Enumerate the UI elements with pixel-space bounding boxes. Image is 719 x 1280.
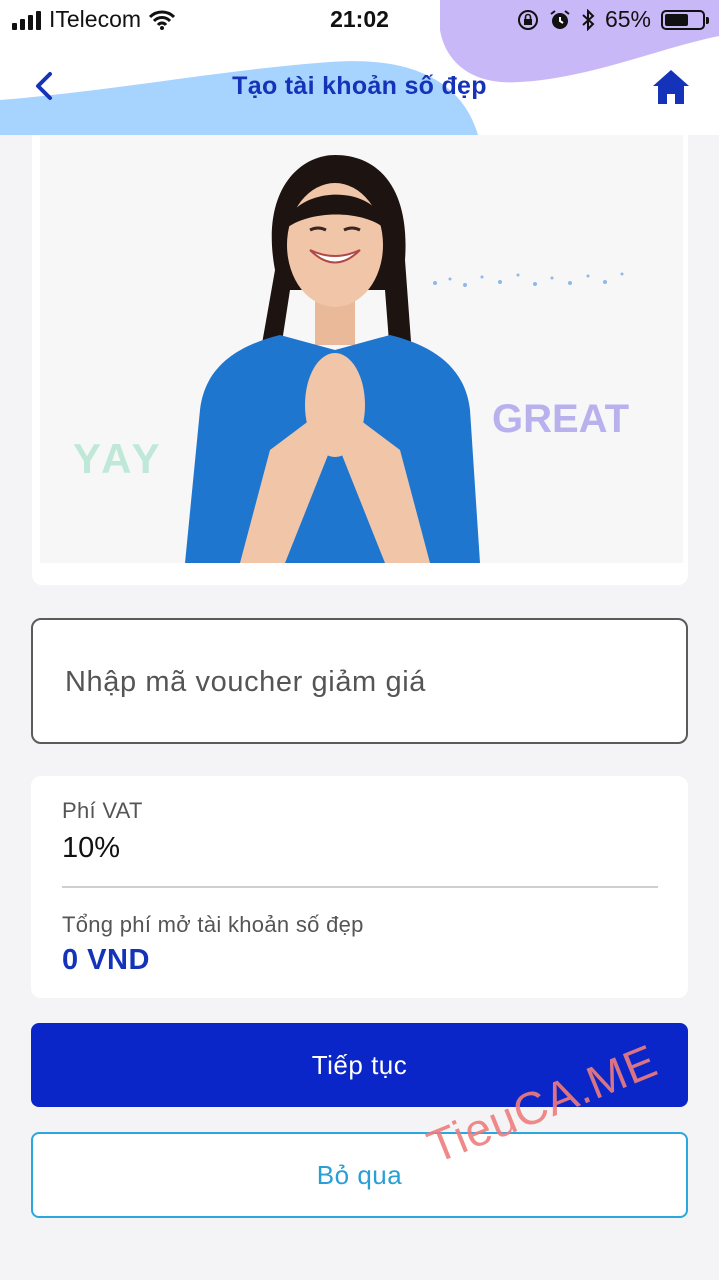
rotation-lock-icon [517,9,538,30]
yay-text: YAY [73,435,164,482]
home-icon [653,70,689,104]
page-title: Tạo tài khoản số đẹp [232,72,487,100]
voucher-field[interactable] [31,618,688,744]
great-text: GREAT [492,397,630,441]
skip-button[interactable]: Bỏ qua [31,1132,688,1218]
nav-bar: Tạo tài khoản số đẹp [0,55,719,120]
fee-summary-card: Phí VAT 10% Tổng phí mở tài khoản số đẹp… [31,776,688,998]
home-button[interactable] [651,67,691,107]
vat-value: 10% [62,832,121,864]
vat-label: Phí VAT [62,798,143,823]
status-bar: ITelecom 21:02 65% [0,0,719,40]
fee-divider [62,886,658,888]
total-fee-value: 0 VND [62,944,150,976]
battery-icon [661,9,709,30]
total-fee-label: Tổng phí mở tài khoản số đẹp [62,912,364,937]
alarm-icon [550,9,570,29]
voucher-input[interactable] [63,620,657,744]
hero-illustration: YAY GREAT [40,135,683,563]
battery-percent: 65% [604,6,651,32]
bluetooth-icon [582,8,595,31]
woman-figure [185,155,480,563]
